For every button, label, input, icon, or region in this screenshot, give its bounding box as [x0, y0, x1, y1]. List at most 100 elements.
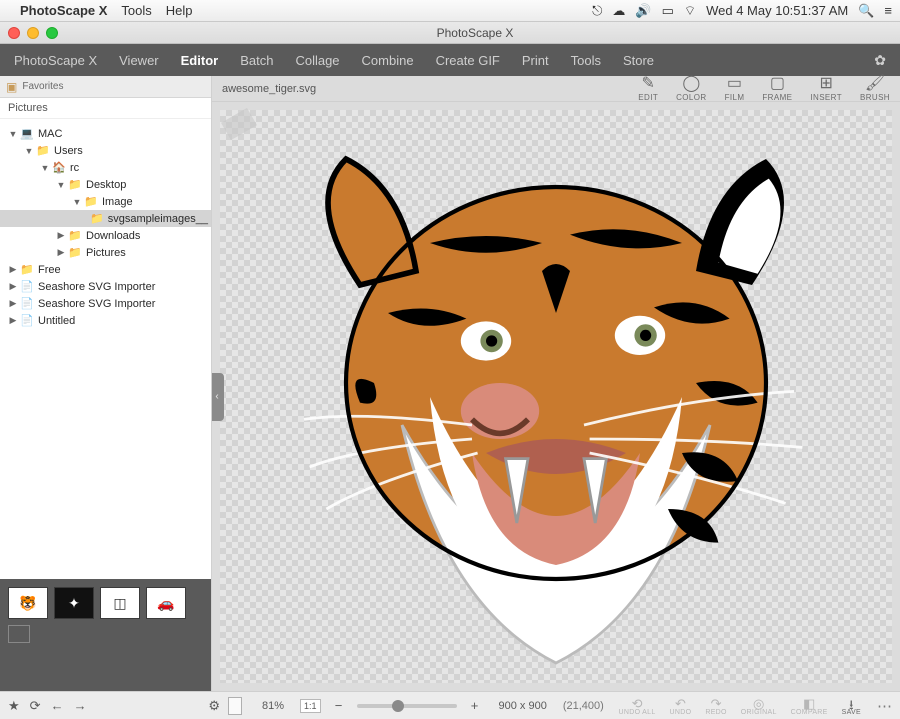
- tree-folder-icon: 📁: [68, 246, 82, 259]
- tab-create-gif[interactable]: Create GIF: [436, 53, 500, 68]
- tree-label: MAC: [38, 128, 62, 140]
- action-undo[interactable]: ↶UNDO: [670, 696, 692, 716]
- disclosure-icon[interactable]: ▶: [8, 281, 18, 292]
- color-icon: ◯: [682, 75, 700, 91]
- canvas-header: awesome_tiger.svg ✎EDIT◯COLOR▭FILM▢FRAME…: [212, 76, 900, 102]
- action-original[interactable]: ◎ORIGINAL: [741, 696, 777, 716]
- tool-brush[interactable]: 🖌 BRUSH: [860, 75, 890, 102]
- pictures-header[interactable]: Pictures: [0, 98, 211, 119]
- zoom-button[interactable]: [46, 27, 58, 39]
- traffic-lights: [8, 27, 58, 39]
- tree-label: Seashore SVG Importer: [38, 298, 155, 310]
- zoom-slider-knob[interactable]: [392, 700, 404, 712]
- zoom-out-button[interactable]: −: [331, 698, 347, 713]
- thumb-2[interactable]: ✦: [54, 587, 94, 619]
- tree-item-svgsampleimages-[interactable]: 📁svgsampleimages__: [0, 210, 211, 227]
- menubar-datetime[interactable]: Wed 4 May 10:51:37 AM: [706, 3, 848, 18]
- zoom-actual-size[interactable]: 1:1: [300, 699, 321, 713]
- tree-item-pictures[interactable]: ▶📁Pictures: [0, 244, 211, 261]
- volume-icon[interactable]: 🔊: [635, 3, 651, 19]
- refresh-icon[interactable]: ⟳: [30, 698, 41, 714]
- tree-folder-icon: 📁: [36, 144, 50, 157]
- favorites-bar[interactable]: ▣ Favorites: [0, 76, 211, 98]
- menubar-app-name[interactable]: PhotoScape X: [20, 3, 107, 18]
- tab-combine[interactable]: Combine: [362, 53, 414, 68]
- tab-batch[interactable]: Batch: [240, 53, 273, 68]
- disclosure-icon[interactable]: ▶: [8, 315, 18, 326]
- thumb-tiger[interactable]: 🐯: [8, 587, 48, 619]
- image-content: [276, 117, 836, 677]
- fit-toggle[interactable]: [228, 697, 242, 715]
- sidebar-collapse-handle[interactable]: ‹: [212, 373, 224, 421]
- canvas-viewport[interactable]: ‹: [212, 102, 900, 691]
- tree-item-free[interactable]: ▶📁Free: [0, 261, 211, 278]
- back-icon[interactable]: ←: [51, 698, 64, 713]
- tool-frame[interactable]: ▢FRAME: [762, 75, 792, 102]
- disclosure-icon[interactable]: ▼: [8, 129, 18, 139]
- disclosure-icon[interactable]: ▶: [56, 230, 66, 241]
- sidebar-settings-icon[interactable]: ⚙: [208, 698, 220, 714]
- tool-film[interactable]: ▭FILM: [725, 75, 745, 102]
- tool-insert[interactable]: ⊞INSERT: [810, 75, 842, 102]
- compare-icon: ◧: [803, 696, 815, 709]
- settings-gear-icon[interactable]: ✿: [874, 52, 886, 69]
- disclosure-icon[interactable]: ▼: [72, 197, 82, 207]
- menubar-help[interactable]: Help: [166, 3, 193, 18]
- thumb-grid-toggle[interactable]: [8, 625, 30, 643]
- tree-item-mac[interactable]: ▼💻MAC: [0, 125, 211, 142]
- tree-folder-icon: 📄: [20, 297, 34, 310]
- zoom-in-button[interactable]: +: [467, 698, 483, 713]
- tree-item-desktop[interactable]: ▼📁Desktop: [0, 176, 211, 193]
- tab-tools[interactable]: Tools: [571, 53, 601, 68]
- original-icon: ◎: [753, 696, 764, 709]
- tab-print[interactable]: Print: [522, 53, 549, 68]
- tree-item-untitled[interactable]: ▶📄Untitled: [0, 312, 211, 329]
- tab-viewer[interactable]: Viewer: [119, 53, 159, 68]
- tree-label: Desktop: [86, 179, 126, 191]
- action-redo[interactable]: ↷REDO: [705, 696, 726, 716]
- tree-label: Image: [102, 196, 133, 208]
- brush-icon: 🖌: [865, 75, 885, 91]
- more-icon[interactable]: ⋯: [877, 697, 892, 715]
- close-button[interactable]: [8, 27, 20, 39]
- spotlight-icon[interactable]: 🔍: [858, 3, 874, 19]
- action-undoall[interactable]: ⟲UNDO ALL: [619, 696, 656, 716]
- minimize-button[interactable]: [27, 27, 39, 39]
- tree-item-image[interactable]: ▼📁Image: [0, 193, 211, 210]
- tree-item-seashore-svg-importer[interactable]: ▶📄 Seashore SVG Importer: [0, 295, 211, 312]
- tool-label: FILM: [725, 93, 745, 102]
- action-save[interactable]: ⭳SAVE: [842, 696, 861, 716]
- sidebar: ▣ Favorites Pictures ▼💻MAC▼📁Users▼🏠rc▼📁D…: [0, 76, 212, 691]
- disclosure-icon[interactable]: ▼: [56, 180, 66, 190]
- disclosure-icon[interactable]: ▶: [56, 247, 66, 258]
- window-titlebar: PhotoScape X: [0, 22, 900, 44]
- disclosure-icon[interactable]: ▼: [24, 146, 34, 156]
- menubar-tools[interactable]: Tools: [121, 3, 151, 18]
- zoom-slider[interactable]: [357, 704, 457, 708]
- tab-collage[interactable]: Collage: [295, 53, 339, 68]
- tab-editor[interactable]: Editor: [181, 53, 219, 68]
- tree-item-rc[interactable]: ▼🏠rc: [0, 159, 211, 176]
- display-icon[interactable]: ▭: [662, 3, 674, 19]
- tree-item-seashore-svg-importer[interactable]: ▶📄Seashore SVG Importer: [0, 278, 211, 295]
- tree-item-users[interactable]: ▼📁Users: [0, 142, 211, 159]
- disclosure-icon[interactable]: ▼: [40, 163, 50, 173]
- tab-store[interactable]: Store: [623, 53, 654, 68]
- disclosure-icon[interactable]: ▶: [8, 264, 18, 275]
- star-icon[interactable]: ★: [8, 698, 20, 714]
- status-icon[interactable]: ⎋: [592, 3, 602, 19]
- forward-icon[interactable]: →: [74, 698, 87, 713]
- tool-edit[interactable]: ✎EDIT: [638, 75, 658, 102]
- tab-photoscape-x[interactable]: PhotoScape X: [14, 53, 97, 68]
- thumb-3[interactable]: ◫: [100, 587, 140, 619]
- disclosure-icon[interactable]: ▶: [8, 298, 18, 309]
- notifications-icon[interactable]: ≡: [884, 3, 892, 18]
- cloud-icon[interactable]: ☁: [612, 3, 625, 19]
- action-compare[interactable]: ◧COMPARE: [791, 696, 828, 716]
- zoom-percent[interactable]: 81%: [256, 700, 290, 712]
- wifi-icon[interactable]: ⌔: [684, 3, 696, 19]
- tree-item-downloads[interactable]: ▶📁Downloads: [0, 227, 211, 244]
- tool-color[interactable]: ◯COLOR: [676, 75, 706, 102]
- thumb-4[interactable]: 🚗: [146, 587, 186, 619]
- tool-label: BRUSH: [860, 93, 890, 102]
